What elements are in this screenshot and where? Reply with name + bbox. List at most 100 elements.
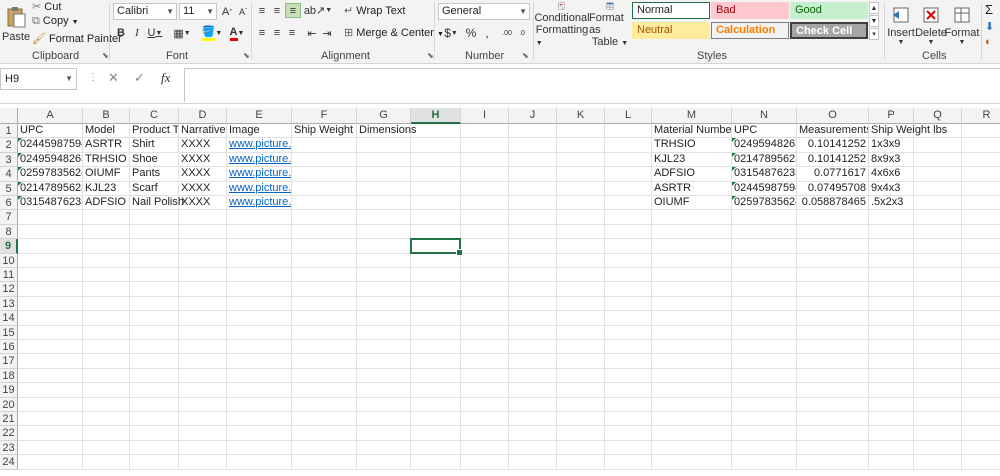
cell-o19[interactable] — [797, 383, 869, 398]
cell-e20[interactable] — [227, 397, 292, 412]
cell-m13[interactable] — [652, 296, 732, 312]
cell-h16[interactable] — [411, 340, 461, 355]
cell-j18[interactable] — [509, 368, 557, 384]
cell-m21[interactable] — [652, 412, 732, 427]
cell-f14[interactable] — [292, 311, 357, 326]
cell-i5[interactable] — [461, 181, 509, 196]
cell-p7[interactable] — [869, 210, 914, 225]
row-header-8[interactable]: 8 — [0, 224, 18, 240]
cell-n10[interactable] — [732, 253, 797, 268]
cell-a5[interactable]: 02147895623 — [18, 181, 83, 196]
cell-k2[interactable] — [557, 138, 605, 153]
column-header-b[interactable]: B — [83, 108, 130, 124]
cell-m16[interactable] — [652, 340, 732, 355]
cell-b14[interactable] — [83, 311, 130, 326]
cell-o23[interactable] — [797, 440, 869, 456]
cell-a23[interactable] — [18, 440, 83, 456]
styles-more-icon[interactable]: ▾ — [869, 28, 879, 40]
row-header-4[interactable]: 4 — [0, 167, 18, 182]
cell-n5[interactable]: 02445987594 — [732, 181, 797, 196]
cell-f2[interactable] — [292, 138, 357, 153]
cell-f24[interactable] — [292, 455, 357, 470]
cell-k7[interactable] — [557, 210, 605, 225]
cell-c6[interactable]: Nail Polish — [130, 196, 184, 211]
cell-f10[interactable] — [292, 253, 357, 268]
cell-f9[interactable] — [292, 239, 357, 254]
column-header-j[interactable]: J — [509, 108, 557, 124]
cell-q18[interactable] — [914, 368, 962, 384]
cell-g12[interactable] — [357, 282, 411, 297]
formula-input[interactable] — [184, 68, 1000, 102]
row-header-23[interactable]: 23 — [0, 440, 18, 456]
cell-p23[interactable] — [869, 440, 914, 456]
cell-g15[interactable] — [357, 325, 411, 340]
cell-i9[interactable] — [461, 239, 509, 254]
cell-o15[interactable] — [797, 325, 869, 340]
font-size-select[interactable]: 11 ▼ — [179, 3, 217, 20]
cell-c13[interactable] — [130, 296, 179, 312]
cell-f20[interactable] — [292, 397, 357, 412]
cell-o6[interactable]: 0.058878465 — [797, 196, 869, 211]
cell-b4[interactable]: OIUMF — [83, 167, 130, 182]
cell-r16[interactable] — [962, 340, 1000, 355]
cell-b1[interactable]: Model — [83, 124, 130, 139]
cell-a20[interactable] — [18, 397, 83, 412]
cell-d23[interactable] — [179, 440, 227, 456]
borders-icon[interactable]: ▦ ▼ — [170, 24, 194, 42]
font-color-icon[interactable]: A ▼ — [226, 24, 248, 42]
cell-j16[interactable] — [509, 340, 557, 355]
row-header-11[interactable]: 11 — [0, 268, 18, 283]
cell-i10[interactable] — [461, 253, 509, 268]
cell-c3[interactable]: Shoe — [130, 152, 179, 168]
cell-k24[interactable] — [557, 455, 605, 470]
cell-g7[interactable] — [357, 210, 411, 225]
cell-h1[interactable] — [411, 124, 461, 139]
cell-a24[interactable] — [18, 455, 83, 470]
cell-l4[interactable] — [605, 167, 652, 182]
cell-g17[interactable] — [357, 354, 411, 369]
cell-i11[interactable] — [461, 268, 509, 283]
cell-j2[interactable] — [509, 138, 557, 153]
cell-h3[interactable] — [411, 152, 461, 168]
cell-p20[interactable] — [869, 397, 914, 412]
cell-a22[interactable] — [18, 426, 83, 441]
cell-e16[interactable] — [227, 340, 292, 355]
cell-e14[interactable] — [227, 311, 292, 326]
cell-e19[interactable] — [227, 383, 292, 398]
cell-n16[interactable] — [732, 340, 797, 355]
cell-o1[interactable]: Measurements — [797, 124, 869, 139]
cell-m18[interactable] — [652, 368, 732, 384]
cell-m9[interactable] — [652, 239, 732, 254]
cell-l13[interactable] — [605, 296, 652, 312]
cell-j6[interactable] — [509, 196, 557, 211]
row-header-1[interactable]: 1 — [0, 124, 18, 139]
cell-d4[interactable]: XXXX — [179, 167, 227, 182]
cell-d18[interactable] — [179, 368, 227, 384]
enter-icon[interactable]: ✓ — [134, 68, 145, 88]
cell-c11[interactable] — [130, 268, 179, 283]
cell-n12[interactable] — [732, 282, 797, 297]
cell-o10[interactable] — [797, 253, 869, 268]
cell-j5[interactable] — [509, 181, 557, 196]
cell-n4[interactable]: 03154876235 — [732, 167, 797, 182]
cell-j4[interactable] — [509, 167, 557, 182]
column-header-a[interactable]: A — [18, 108, 83, 124]
cell-p19[interactable] — [869, 383, 914, 398]
cell-q2[interactable] — [914, 138, 962, 153]
cell-b22[interactable] — [83, 426, 130, 441]
cell-j22[interactable] — [509, 426, 557, 441]
cell-j7[interactable] — [509, 210, 557, 225]
cell-m1[interactable]: Material Number — [652, 124, 732, 139]
cell-e22[interactable] — [227, 426, 292, 441]
cell-i19[interactable] — [461, 383, 509, 398]
cell-r21[interactable] — [962, 412, 1000, 427]
cell-i24[interactable] — [461, 455, 509, 470]
cell-c8[interactable] — [130, 224, 179, 240]
cell-q3[interactable] — [914, 152, 962, 168]
cell-j13[interactable] — [509, 296, 557, 312]
cell-c17[interactable] — [130, 354, 179, 369]
cell-j21[interactable] — [509, 412, 557, 427]
cell-b13[interactable] — [83, 296, 130, 312]
cell-a12[interactable] — [18, 282, 83, 297]
style-neutral[interactable]: Neutral — [632, 22, 710, 39]
